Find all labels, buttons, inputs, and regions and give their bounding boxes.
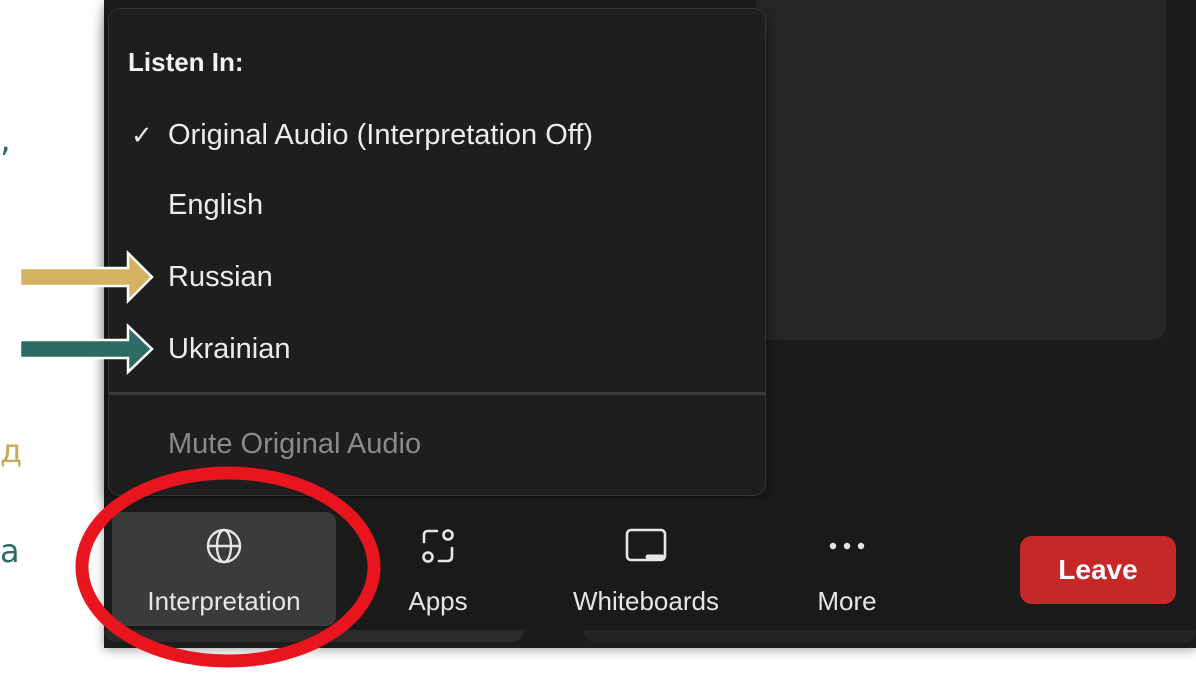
background-text-fragment: a bbox=[0, 532, 20, 570]
more-button[interactable]: More bbox=[780, 498, 914, 630]
interpretation-label: Interpretation bbox=[147, 586, 301, 616]
menu-item-english[interactable]: English bbox=[109, 177, 765, 237]
whiteboard-icon bbox=[550, 526, 742, 566]
meeting-toolbar: Interpretation Apps Whiteboards More Lea… bbox=[104, 498, 1196, 630]
menu-title: Listen In: bbox=[128, 47, 244, 77]
menu-item-ukrainian[interactable]: Ukrainian bbox=[109, 321, 765, 381]
background-text-fragment: , bbox=[0, 120, 11, 160]
leave-button[interactable]: Leave bbox=[1020, 536, 1176, 604]
menu-item-russian[interactable]: Russian bbox=[109, 249, 765, 309]
whiteboards-label: Whiteboards bbox=[573, 586, 719, 616]
more-label: More bbox=[817, 586, 877, 616]
video-tile bbox=[756, 0, 1166, 340]
check-icon: ✓ bbox=[131, 121, 153, 151]
bottom-panel-left bbox=[104, 630, 524, 642]
whiteboards-button[interactable]: Whiteboards bbox=[550, 498, 742, 630]
bottom-panel-right bbox=[584, 630, 1196, 642]
menu-item-label: Ukrainian bbox=[168, 333, 291, 365]
background-text-fragment: д bbox=[0, 432, 23, 470]
interpretation-button[interactable]: Interpretation bbox=[112, 512, 336, 626]
apps-label: Apps bbox=[408, 586, 468, 616]
menu-divider bbox=[109, 392, 765, 395]
globe-icon bbox=[112, 526, 336, 566]
menu-item-label: English bbox=[168, 189, 264, 221]
more-dots-icon bbox=[780, 526, 914, 566]
listen-in-menu: Listen In: ✓ Original Audio (Interpretat… bbox=[108, 8, 766, 496]
menu-item-original-audio[interactable]: ✓ Original Audio (Interpretation Off) bbox=[109, 107, 765, 167]
menu-item-label: Original Audio (Interpretation Off) bbox=[168, 119, 594, 151]
apps-icon bbox=[362, 526, 514, 566]
apps-button[interactable]: Apps bbox=[362, 498, 514, 630]
menu-item-label: Russian bbox=[168, 261, 273, 293]
mute-original-audio-item[interactable]: Mute Original Audio bbox=[168, 428, 421, 461]
